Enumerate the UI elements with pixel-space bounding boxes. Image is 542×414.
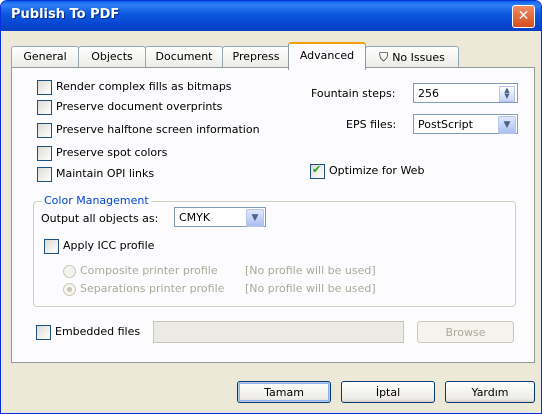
radio-label: Separations printer profile: [80, 282, 225, 295]
button-label: Tamam: [264, 386, 304, 399]
fountain-steps-input[interactable]: 256 ▲ ▼: [413, 83, 518, 103]
checkbox[interactable]: [37, 80, 52, 95]
checkbox[interactable]: [37, 146, 52, 161]
eps-files-label: EPS files:: [346, 118, 397, 131]
profile-note: [No profile will be used]: [245, 264, 376, 277]
radio-button[interactable]: [63, 265, 76, 278]
checkbox[interactable]: [36, 325, 51, 340]
help-button[interactable]: Yardım: [445, 381, 535, 403]
output-objects-label: Output all objects as:: [41, 212, 159, 225]
fountain-steps-label: Fountain steps:: [311, 87, 396, 100]
profile-note: [No profile will be used]: [245, 282, 376, 295]
radio-label: Composite printer profile: [80, 264, 218, 277]
close-button[interactable]: ✕: [512, 5, 535, 28]
window-title: Publish To PDF: [11, 7, 120, 22]
spinner-icon[interactable]: ▲ ▼: [499, 86, 515, 102]
button-label: Browse: [445, 326, 486, 339]
tab-general[interactable]: General: [11, 46, 79, 68]
tab-label: General: [23, 50, 67, 63]
ok-button[interactable]: Tamam: [237, 381, 331, 403]
publish-pdf-dialog: Publish To PDF ✕ General Objects Documen…: [0, 0, 542, 414]
button-label: Yardım: [471, 386, 509, 399]
embedded-files-input[interactable]: [153, 321, 404, 343]
checkbox[interactable]: [37, 167, 52, 182]
fountain-steps-value: 256: [418, 87, 439, 100]
checkbox[interactable]: [37, 123, 52, 138]
option-label: Maintain OPI links: [56, 167, 155, 180]
cancel-button[interactable]: İptal: [341, 381, 435, 403]
option-label: Preserve halftone screen information: [56, 123, 260, 136]
eps-files-select[interactable]: PostScript ▼: [413, 114, 518, 134]
checkbox[interactable]: [37, 100, 52, 115]
button-label: İptal: [375, 386, 401, 399]
option-label: Preserve spot colors: [56, 146, 168, 159]
title-bar[interactable]: Publish To PDF ✕: [1, 1, 541, 31]
tab-document[interactable]: Document: [145, 46, 223, 68]
close-icon: ✕: [517, 8, 530, 24]
tab-label: No Issues: [392, 51, 445, 64]
chevron-down-icon[interactable]: ▼: [246, 209, 264, 227]
option-label: Embedded files: [55, 325, 141, 338]
option-label: Optimize for Web: [329, 164, 425, 177]
group-title: Color Management: [42, 194, 151, 207]
checkbox[interactable]: [44, 239, 59, 254]
tab-label: Document: [155, 50, 213, 63]
tab-prepress[interactable]: Prepress: [222, 46, 290, 68]
checkbox-checked[interactable]: [310, 163, 325, 179]
chevron-down-icon[interactable]: ▼: [498, 116, 516, 134]
issues-icon: ⛉: [379, 50, 389, 64]
tab-objects[interactable]: Objects: [78, 46, 146, 68]
radio-button-selected[interactable]: [63, 283, 76, 296]
option-label: Preserve document overprints: [56, 100, 223, 113]
option-label: Apply ICC profile: [63, 239, 155, 252]
tab-label: Objects: [91, 50, 133, 63]
option-label: Render complex fills as bitmaps: [56, 80, 232, 93]
color-management-group: Color Management Output all objects as: …: [33, 194, 516, 307]
tab-advanced[interactable]: Advanced: [288, 42, 366, 70]
tab-label: Prepress: [232, 50, 280, 63]
tab-no-issues[interactable]: ⛉ No Issues: [365, 46, 459, 68]
output-objects-value: CMYK: [179, 211, 211, 224]
output-objects-select[interactable]: CMYK ▼: [174, 207, 266, 227]
eps-files-value: PostScript: [418, 118, 473, 131]
tab-label: Advanced: [299, 49, 355, 62]
browse-button[interactable]: Browse: [417, 321, 514, 343]
